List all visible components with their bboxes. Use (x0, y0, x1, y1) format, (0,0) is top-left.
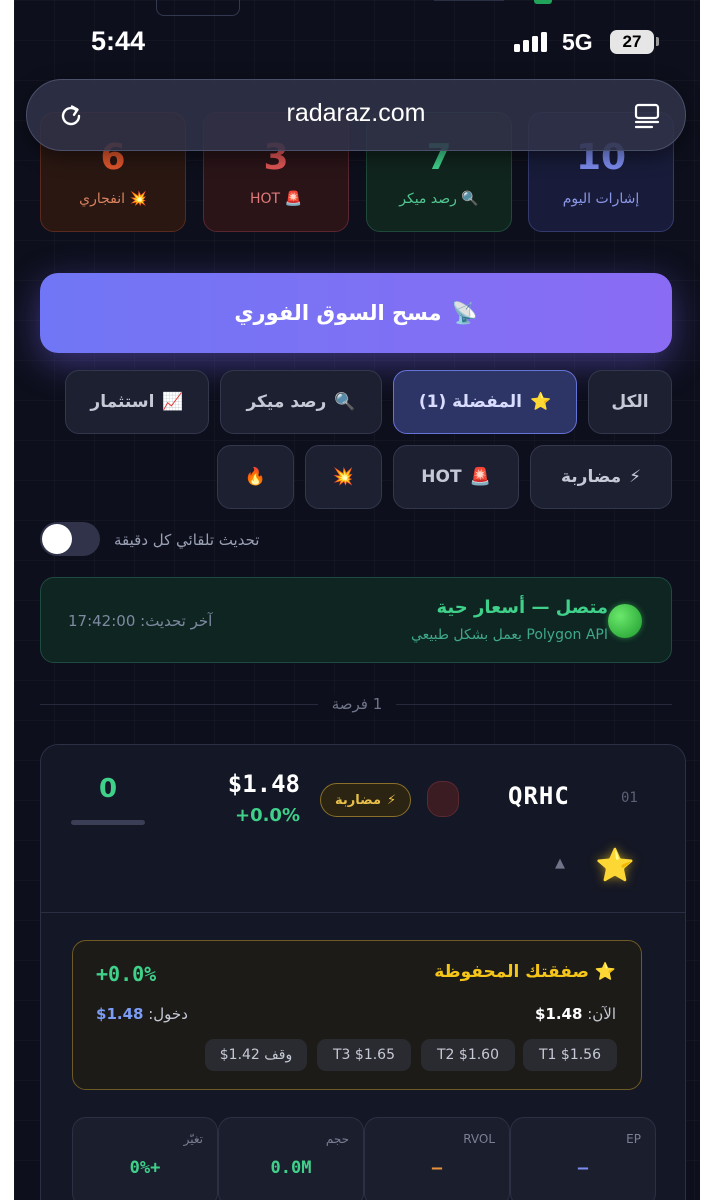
battery-icon: 27 (610, 30, 654, 54)
now-value: 1.48$ (534, 1005, 583, 1023)
metric-ep: EP — (510, 1117, 656, 1200)
entry-value: 1.48$ (96, 1005, 144, 1023)
signal-indicator (427, 781, 459, 817)
ticker-symbol: QRHC (508, 782, 570, 810)
card-separator (41, 912, 685, 913)
current-price: $1.48 (227, 770, 300, 798)
phone-screen: 6 💥 انفجاري 3 🚨 HOT 7 🔍 رصد ميكر 10 إشار… (14, 0, 700, 1200)
metric-value: 0.0M (270, 1158, 312, 1178)
target-t2: T2 $1.60 (421, 1039, 515, 1071)
results-count: 1 فرصة (317, 695, 397, 713)
filter-fire[interactable]: 🔥 (217, 445, 294, 509)
battery-tip (656, 37, 659, 46)
search-icon: 🔍 (334, 392, 356, 412)
filter-hot[interactable]: 🚨 HOT (393, 445, 519, 509)
star-icon: ⭐ (530, 392, 552, 412)
clipped-pill (156, 0, 240, 16)
tag-label: مضاربة (335, 792, 381, 808)
stop-loss: وقف 1.42$ (205, 1039, 307, 1071)
scan-button-label: مسح السوق الفوري (234, 301, 442, 325)
metric-value: — (431, 1158, 443, 1178)
now-price: الآن: 1.48$ (535, 1005, 616, 1023)
screen-edge-left (0, 0, 14, 1200)
entry-price: دخول: 1.48$ (96, 1005, 188, 1023)
siren-icon: 🚨 (469, 467, 491, 487)
entry-label: دخول: (148, 1005, 188, 1023)
metric-label: RVOL (463, 1132, 495, 1146)
result-index: 01 (621, 790, 638, 806)
metric-volume: حجم 0.0M (218, 1117, 364, 1200)
filter-label: استثمار (90, 392, 155, 412)
score-bar (71, 820, 145, 825)
target-t1: T1 $1.56 (523, 1039, 617, 1071)
filter-maker[interactable]: 🔍 رصد ميكر (220, 370, 382, 434)
market-scan-button[interactable]: 📡 مسح السوق الفوري (40, 273, 672, 353)
fire-icon: 🔥 (244, 467, 267, 487)
clipped-badge (534, 0, 552, 4)
filter-explosive[interactable]: 💥 (305, 445, 382, 509)
filter-label: مضاربة (560, 467, 622, 487)
explosion-icon: 💥 (332, 467, 355, 487)
chart-up-icon: 📈 (162, 392, 184, 412)
price-change: +0.0% (234, 805, 300, 826)
expand-caret-icon[interactable]: ▲ (555, 856, 565, 871)
satellite-icon: 📡 (451, 300, 478, 325)
results-count-wrap: 1 فرصة (14, 694, 700, 713)
tabs-menu-icon[interactable] (633, 102, 661, 130)
lightning-icon: ⚡ (629, 467, 642, 487)
stat-label: 🔍 رصد ميكر (399, 191, 479, 207)
metric-value: — (577, 1158, 589, 1178)
clipped-divider (434, 0, 504, 1)
saved-trade-pnl: +0.0% (96, 962, 157, 986)
metric-change: تغيّر 0%+ (72, 1117, 218, 1200)
metric-value: 0%+ (129, 1158, 161, 1178)
filter-all[interactable]: الكل (588, 370, 672, 434)
score-value: 0 (98, 774, 118, 804)
filter-label: HOT (421, 467, 462, 487)
signal-icon (514, 32, 547, 52)
target-t3: T3 $1.65 (317, 1039, 411, 1071)
url-text[interactable]: radaraz.com (27, 99, 685, 128)
lightning-icon: ⚡ (387, 792, 397, 808)
strategy-tag: ⚡ مضاربة (320, 783, 412, 817)
browser-address-bar[interactable]: radaraz.com (26, 79, 686, 151)
green-circle-icon (608, 604, 642, 638)
last-update: آخر تحديث: 17:42:00 (68, 612, 213, 630)
network-label: 5G (562, 29, 593, 55)
screen-edge-right (700, 0, 713, 1200)
status-time: 5:44 (91, 26, 146, 56)
favorite-star-icon[interactable]: ⭐ (595, 846, 635, 884)
stat-label: إشارات اليوم (562, 191, 640, 207)
filter-label: المفضلة (1) (418, 392, 522, 412)
now-label: الآن: (587, 1005, 616, 1023)
metric-label: حجم (325, 1132, 349, 1146)
filter-favorites[interactable]: ⭐ المفضلة (1) (393, 370, 577, 434)
connection-subtitle: Polygon API يعمل بشكل طبيعي (410, 627, 608, 643)
toggle-knob[interactable] (42, 524, 72, 554)
connection-title: متصل — أسعار حية (436, 597, 608, 618)
auto-refresh-label: تحديث تلقائي كل دقيقة (114, 531, 260, 549)
filter-label: الكل (611, 392, 649, 412)
stat-label: 💥 انفجاري (79, 191, 147, 207)
stat-label: 🚨 HOT (250, 191, 302, 207)
saved-trade-title: ⭐ صفقتك المحفوظة (434, 962, 616, 982)
filter-label: رصد ميكر (246, 392, 327, 412)
metric-rvol: RVOL — (364, 1117, 510, 1200)
filter-invest[interactable]: 📈 استثمار (65, 370, 209, 434)
metric-label: EP (626, 1132, 641, 1146)
metric-label: تغيّر (183, 1132, 203, 1146)
filter-scalp[interactable]: ⚡ مضاربة (530, 445, 672, 509)
